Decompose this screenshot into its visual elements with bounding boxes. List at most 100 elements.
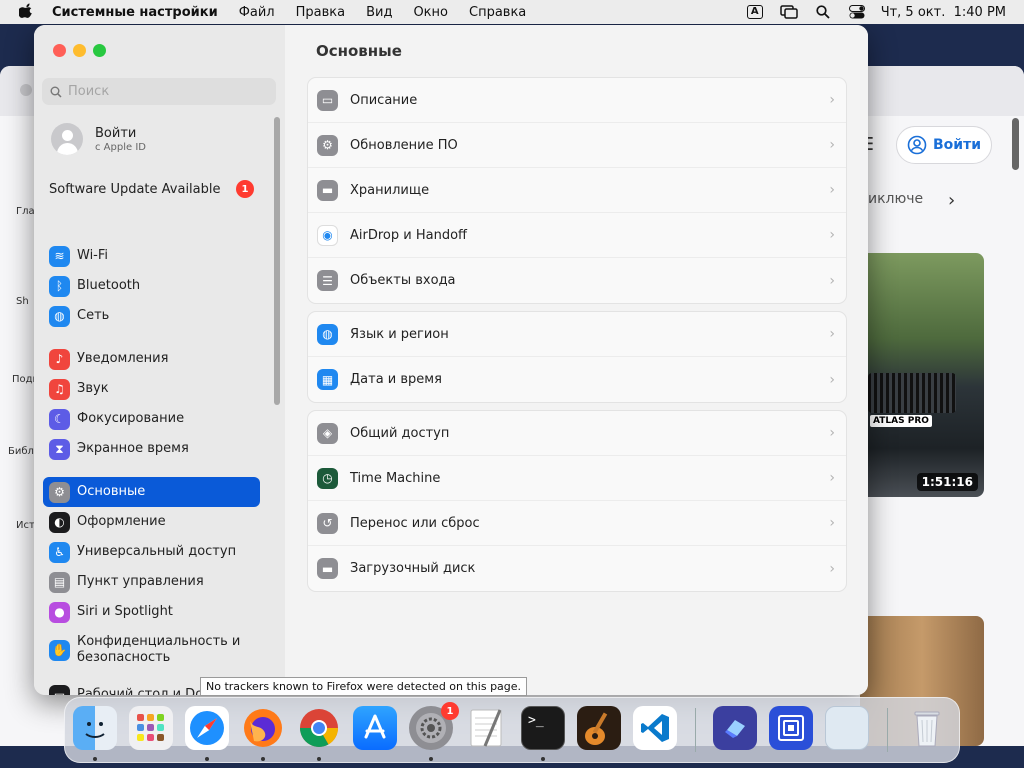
gear-icon: ⚙ (49, 481, 70, 503)
spotlight-search-icon[interactable] (813, 4, 833, 20)
safari-running-dot (205, 757, 209, 761)
screen-mirroring-icon[interactable] (779, 4, 799, 20)
garageband-icon[interactable] (577, 706, 621, 750)
gear-badge-icon: ⚙ (317, 134, 338, 156)
nav-label-library[interactable]: Библ (8, 446, 34, 457)
display-icon: ▭ (317, 89, 338, 111)
minimize-button[interactable] (73, 44, 86, 57)
chrome-icon[interactable] (297, 706, 341, 750)
firefox-running-dot (261, 757, 265, 761)
trash-icon[interactable] (905, 706, 949, 750)
preview-icon[interactable] (825, 706, 869, 750)
sidebar-scrollbar[interactable] (274, 117, 280, 405)
sidebar-item-0[interactable]: ≋ Wi-Fi (43, 241, 260, 271)
avatar (51, 123, 83, 155)
row-label: Time Machine (350, 470, 441, 486)
nav-label-home[interactable]: Гла (16, 206, 35, 217)
sidebar-item-7[interactable]: ⚙ Основные (43, 477, 260, 507)
system-settings-window: Войти с Apple ID Software Update Availab… (34, 25, 868, 695)
screens-icon[interactable] (769, 706, 813, 750)
menu-edit[interactable]: Правка (296, 5, 345, 20)
chevron-right-icon: › (829, 425, 835, 441)
sidebar-item-label: Оформление (77, 514, 166, 529)
youtube-login-button[interactable]: Войти (896, 126, 992, 164)
settings-row[interactable]: ▬ Загрузочный диск › (308, 546, 846, 591)
page-scrollbar[interactable] (1012, 118, 1019, 170)
textedit-icon[interactable] (465, 706, 509, 750)
close-button[interactable] (53, 44, 66, 57)
row-label: AirDrop и Handoff (350, 227, 467, 243)
account-icon (907, 135, 927, 155)
dock-icon: ▭ (49, 684, 70, 695)
video-thumbnail[interactable]: ATLAS PRO 1:51:16 (860, 253, 984, 497)
settings-row[interactable]: ◉ AirDrop и Handoff › (308, 213, 846, 258)
launchpad-icon[interactable] (129, 706, 173, 750)
globe-icon: ◍ (317, 323, 338, 345)
software-update-available[interactable]: Software Update Available 1 (49, 180, 254, 198)
zoom-button[interactable] (93, 44, 106, 57)
chevron-right-icon: › (829, 182, 835, 198)
window-close-button[interactable] (20, 84, 32, 96)
sidebar-item-10[interactable]: ▤ Пункт управления (43, 567, 260, 597)
firefox-icon[interactable] (241, 706, 285, 750)
chrome-running-dot (317, 757, 321, 761)
sidebar-item-5[interactable]: ☾ Фокусирование (43, 404, 260, 434)
apple-id-account[interactable]: Войти с Apple ID (51, 123, 146, 155)
settings-row[interactable]: ▦ Дата и время › (308, 357, 846, 402)
sidebar-item-4[interactable]: ♫ Звук (43, 374, 260, 404)
sidebar-item-1[interactable]: ᛒ Bluetooth (43, 271, 260, 301)
menu-help[interactable]: Справка (469, 5, 526, 20)
settings-row[interactable]: ◷ Time Machine › (308, 456, 846, 501)
sidebar-item-6[interactable]: ⧗ Экранное время (43, 434, 260, 464)
settings-row[interactable]: ▬ Хранилище › (308, 168, 846, 213)
nav-label-shorts[interactable]: Sh (16, 296, 29, 307)
safari-icon[interactable] (185, 706, 229, 750)
menu-window[interactable]: Окно (413, 5, 448, 20)
settings-row[interactable]: ▭ Описание › (308, 78, 846, 123)
menu-file[interactable]: Файл (239, 5, 275, 20)
chevron-right-icon: › (829, 470, 835, 486)
chevron-right-icon: › (829, 137, 835, 153)
sidebar-item-3[interactable]: ♪ Уведомления (43, 344, 260, 374)
settings-row[interactable]: ☰ Объекты входа › (308, 258, 846, 303)
apple-menu-icon[interactable] (0, 2, 52, 22)
settings-row[interactable]: ⚙ Обновление ПО › (308, 123, 846, 168)
input-source-icon[interactable]: A (745, 4, 765, 20)
menubar-clock[interactable]: Чт, 5 окт. 1:40 PM (881, 5, 1006, 20)
vscode-icon[interactable] (633, 706, 677, 750)
sidebar-item-11[interactable]: ● Siri и Spotlight (43, 597, 260, 627)
tracker-tooltip: No trackers known to Firefox were detect… (200, 677, 528, 696)
sidebar-item-2[interactable]: ◍ Сеть (43, 301, 260, 331)
settings-search[interactable] (42, 78, 276, 105)
page-title: Основные (316, 42, 402, 60)
search-input[interactable] (68, 84, 258, 99)
app-store-icon[interactable] (353, 706, 397, 750)
menu-app-name[interactable]: Системные настройки (52, 5, 218, 20)
chevron-right-icon: › (829, 272, 835, 289)
settings-row[interactable]: ◍ Язык и регион › (308, 312, 846, 357)
sidebar-item-8[interactable]: ◐ Оформление (43, 507, 260, 537)
time-machine-icon: ◷ (317, 467, 338, 489)
sidebar-item-12[interactable]: ✋ Конфиденциальность и безопасность (43, 631, 260, 669)
sidebar-item-9[interactable]: ♿ Универсальный доступ (43, 537, 260, 567)
sharing-icon: ◈ (317, 422, 338, 444)
menu-bar: Системные настройки Файл Правка Вид Окно… (0, 0, 1024, 24)
storage-icon: ▬ (317, 179, 338, 201)
disk-icon: ▬ (317, 558, 338, 579)
menu-view[interactable]: Вид (366, 5, 392, 20)
settings-row[interactable]: ◈ Общий доступ › (308, 411, 846, 456)
control-center-icon: ▤ (49, 571, 70, 593)
nav-label-history[interactable]: Ист (16, 520, 35, 531)
settings-row[interactable]: ↺ Перенос или сброс › (308, 501, 846, 546)
control-center-icon[interactable] (847, 4, 867, 20)
update-badge: 1 (236, 180, 254, 198)
chevron-right-icon: › (829, 326, 835, 342)
sidebar-item-label: Фокусирование (77, 411, 185, 426)
finder-icon[interactable] (73, 706, 117, 750)
chevron-right-icon: › (829, 371, 835, 388)
chevron-right-icon[interactable]: › (948, 190, 955, 211)
terminal-icon[interactable]: >_ (521, 706, 565, 750)
settings-running-dot (429, 757, 433, 761)
shortcuts-icon[interactable] (713, 706, 757, 750)
filter-chip[interactable]: иключе (868, 191, 923, 207)
